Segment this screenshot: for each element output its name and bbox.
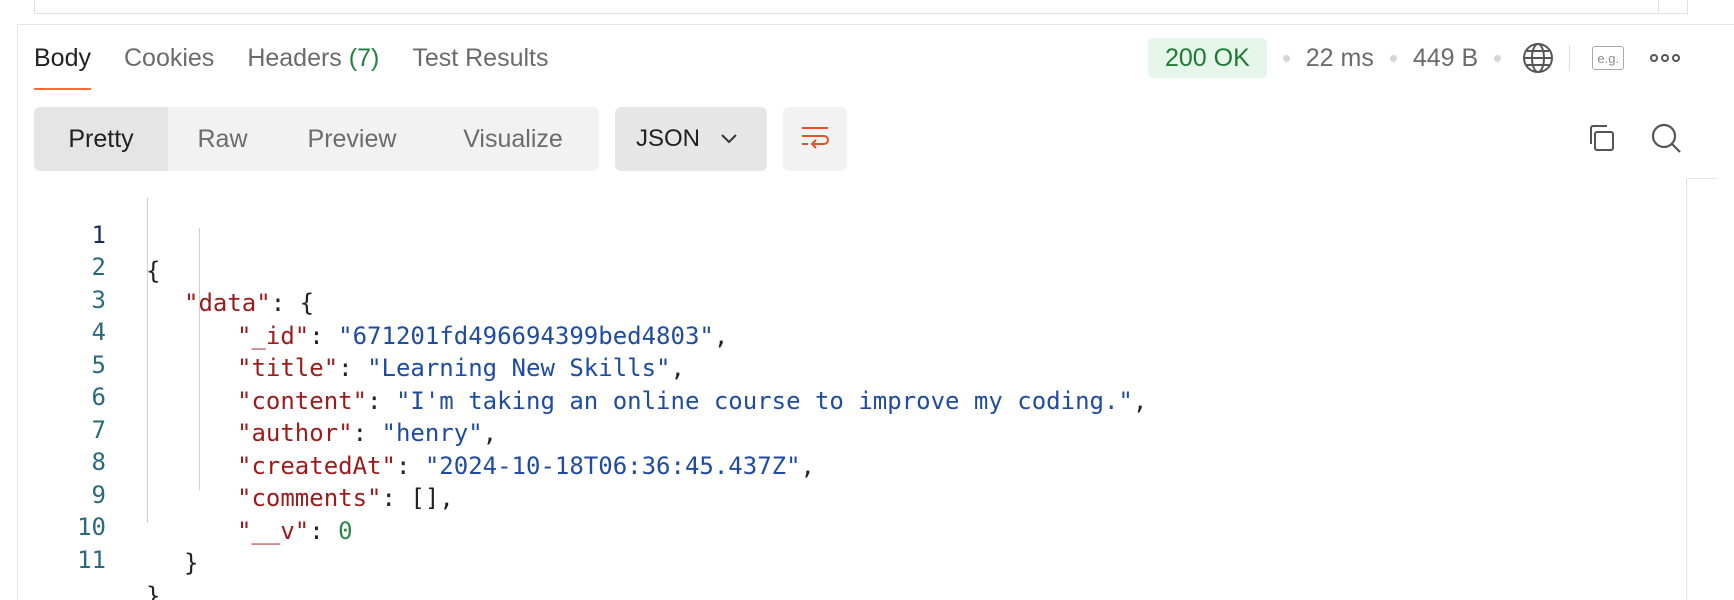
meta-dot	[1389, 54, 1397, 62]
code-line: 6 "author": "henry",	[34, 343, 498, 447]
search-icon[interactable]	[1648, 120, 1684, 156]
headers-count: (7)	[348, 44, 380, 72]
json-string: "Learning New Skills"	[367, 354, 671, 382]
view-visualize-button[interactable]: Visualize	[427, 107, 599, 171]
response-time[interactable]: 22 ms	[1306, 44, 1374, 73]
code-text: "title": "Learning New Skills",	[237, 350, 685, 386]
chevron-down-icon	[720, 133, 738, 145]
format-select-value: JSON	[636, 125, 701, 152]
code-text: }	[184, 545, 198, 581]
code-line: 7 "createdAt": "2024-10-18T06:36:45.437Z…	[34, 376, 815, 480]
tab-cookies-label: Cookies	[123, 44, 215, 72]
code-text: "createdAt": "2024-10-18T06:36:45.437Z",	[237, 448, 815, 484]
code-text: "data": {	[184, 285, 314, 321]
tab-headers[interactable]: Headers (7)	[247, 38, 379, 90]
json-number: 0	[338, 517, 353, 545]
json-key: "content"	[237, 387, 368, 415]
request-editor-edge	[34, 0, 1688, 14]
tab-body[interactable]: Body	[34, 38, 91, 90]
indent-guide	[199, 228, 200, 490]
view-mode-segmented: Pretty Raw Preview Visualize	[34, 107, 599, 171]
response-size[interactable]: 449 B	[1413, 44, 1478, 73]
wrap-lines-icon	[800, 124, 830, 155]
tab-test-results[interactable]: Test Results	[412, 38, 548, 90]
indent-guide	[147, 198, 148, 523]
json-string: "I'm taking an online course to improve …	[395, 387, 1133, 415]
copy-icon[interactable]	[1583, 120, 1619, 156]
json-string: "671201fd496694399bed4803"	[338, 322, 714, 350]
json-punct: :	[395, 452, 425, 480]
view-pretty-button[interactable]: Pretty	[34, 107, 168, 171]
code-line: 4 "title": "Learning New Skills",	[34, 278, 685, 382]
line-number: 11	[77, 546, 106, 574]
format-select[interactable]: JSON	[615, 107, 767, 171]
json-string: "henry"	[381, 419, 483, 447]
code-line: 3 "_id": "671201fd496694399bed4803",	[34, 246, 729, 350]
json-key: "__v"	[237, 517, 310, 545]
json-punct: ,	[800, 452, 815, 480]
json-key: "title"	[237, 354, 339, 382]
body-toolbar: Pretty Raw Preview Visualize JSON	[34, 107, 847, 171]
globe-icon[interactable]	[1521, 41, 1555, 75]
code-line: 10 }	[34, 473, 198, 577]
json-array: []	[410, 484, 440, 512]
tab-test-results-label: Test Results	[412, 44, 549, 72]
code-text: "content": "I'm taking an online course …	[237, 383, 1147, 419]
view-raw-button[interactable]: Raw	[168, 107, 277, 171]
json-key: "data"	[184, 289, 271, 317]
view-preview-button[interactable]: Preview	[277, 107, 427, 171]
more-icon[interactable]	[1650, 54, 1681, 62]
json-punct: :	[367, 387, 396, 415]
status-badge[interactable]: 200 OK	[1148, 38, 1267, 78]
tab-body-label: Body	[34, 44, 91, 72]
code-text: }	[146, 578, 160, 600]
meta-dot	[1494, 54, 1502, 62]
editor-separator	[1658, 0, 1659, 13]
wrap-lines-button[interactable]	[783, 107, 847, 171]
json-punct: ,	[439, 484, 454, 512]
json-viewer[interactable]: 1 { 2 "data": { 3 "_id": "671201fd496694…	[34, 181, 1714, 600]
json-punct: :	[309, 517, 339, 545]
json-brace: }	[146, 582, 161, 600]
json-key: "_id"	[237, 322, 310, 350]
json-punct: ,	[713, 322, 729, 350]
code-line: 9 "__v": 0	[34, 441, 353, 545]
json-punct: :	[352, 419, 382, 447]
tab-headers-label: Headers	[247, 44, 342, 72]
json-key: "createdAt"	[237, 452, 396, 480]
json-punct: :	[338, 354, 368, 382]
code-line: 2 "data": {	[34, 213, 315, 317]
json-punct: ,	[1132, 387, 1148, 415]
json-string: "2024-10-18T06:36:45.437Z"	[424, 452, 801, 480]
json-key: "comments"	[237, 484, 382, 512]
response-pane: Body Cookies Headers (7) Test Results 20…	[0, 0, 1734, 600]
tab-cookies[interactable]: Cookies	[124, 38, 214, 90]
code-text: "comments": [],	[237, 480, 454, 516]
pane-divider[interactable]	[17, 24, 1734, 25]
response-meta: 200 OK 22 ms 449 B e.g.	[1148, 38, 1681, 78]
code-line: 11 }	[34, 506, 160, 600]
response-tabs: Body Cookies Headers (7) Test Results	[34, 38, 582, 92]
pane-border	[17, 24, 18, 600]
code-line: 1 {	[34, 181, 161, 285]
json-punct: :	[309, 322, 339, 350]
meta-dot	[1282, 54, 1290, 62]
json-punct: :	[381, 484, 411, 512]
code-text: {	[146, 253, 160, 289]
code-line: 5 "content": "I'm taking an online cours…	[34, 311, 1148, 415]
code-text: "author": "henry",	[237, 415, 497, 451]
json-punct: ,	[482, 419, 498, 447]
json-brace: {	[146, 257, 161, 285]
meta-separator	[1569, 45, 1571, 71]
code-text: "__v": 0	[237, 513, 353, 549]
json-punct: ,	[670, 354, 685, 382]
viewer-border	[1686, 178, 1718, 179]
json-key: "author"	[237, 419, 353, 447]
json-brace: }	[184, 549, 199, 577]
code-text: "_id": "671201fd496694399bed4803",	[237, 318, 728, 354]
example-icon[interactable]: e.g.	[1592, 46, 1625, 70]
json-punct: : {	[270, 289, 315, 317]
code-line: 8 "comments": [],	[34, 408, 454, 512]
